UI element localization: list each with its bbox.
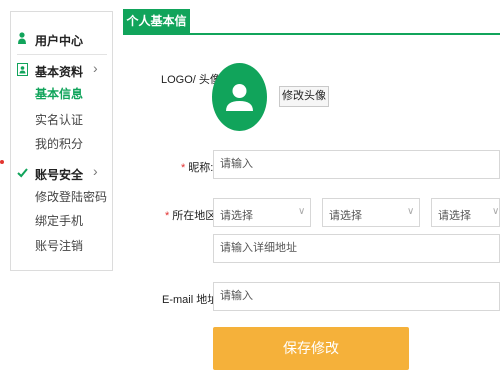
sidebar-item-points[interactable]: 我的积分: [35, 135, 83, 152]
address-input[interactable]: 请输入详细地址: [213, 234, 500, 263]
city-select-value: 请选择: [329, 210, 362, 222]
email-input[interactable]: 请输入: [213, 282, 500, 311]
change-avatar-button[interactable]: 修改头像: [279, 86, 329, 107]
district-select[interactable]: 请选择 ∨: [431, 198, 500, 227]
sidebar-item-real-name[interactable]: 实名认证: [35, 111, 83, 128]
sidebar-item-change-password[interactable]: 修改登陆密码: [35, 188, 107, 205]
chevron-down-icon: ∨: [407, 206, 415, 217]
sidebar-header-label: 用户中心: [35, 34, 84, 48]
chevron-down-icon: ∨: [298, 206, 306, 217]
sidebar-divider: [17, 54, 107, 55]
avatar-icon[interactable]: [212, 63, 267, 131]
sidebar-section-security[interactable]: 账号安全 ›: [11, 163, 112, 183]
nickname-label-text: 昵称:: [188, 162, 214, 174]
sidebar: 用户中心 基本资料 › 基本信息 实名认证 我的积分 账号安全 › 修改登陆密码…: [10, 11, 113, 271]
nickname-label: * 昵称:: [181, 159, 213, 175]
sidebar-item-basic-info[interactable]: 基本信息: [35, 85, 83, 102]
province-select[interactable]: 请选择 ∨: [213, 198, 311, 227]
tab-underline: [123, 33, 500, 35]
sidebar-section-profile[interactable]: 基本资料 ›: [11, 60, 112, 80]
chevron-right-icon: ›: [93, 163, 98, 179]
sidebar-section-label: 基本资料: [35, 65, 84, 79]
user-icon: [18, 32, 26, 44]
checkmark-icon: [17, 168, 28, 178]
city-select[interactable]: 请选择 ∨: [322, 198, 420, 227]
sidebar-item-cancel-account[interactable]: 账号注销: [35, 237, 83, 254]
sidebar-section-label: 账号安全: [35, 168, 84, 182]
chevron-right-icon: ›: [93, 60, 98, 76]
sidebar-item-bind-phone[interactable]: 绑定手机: [35, 212, 83, 229]
pointer-marker: [0, 160, 4, 164]
profile-card-icon: [17, 63, 28, 76]
required-mark: *: [181, 162, 186, 174]
region-label: * 所在地区:: [165, 207, 219, 223]
chevron-down-icon: ∨: [492, 206, 500, 217]
district-select-value: 请选择: [438, 210, 471, 222]
province-select-value: 请选择: [220, 210, 253, 222]
nickname-input[interactable]: 请输入: [213, 150, 500, 179]
save-button[interactable]: 保存修改: [213, 327, 409, 370]
sidebar-header[interactable]: 用户中心: [11, 26, 112, 52]
required-mark: *: [165, 210, 170, 222]
tab-basic-info[interactable]: 个人基本信息: [123, 9, 190, 53]
